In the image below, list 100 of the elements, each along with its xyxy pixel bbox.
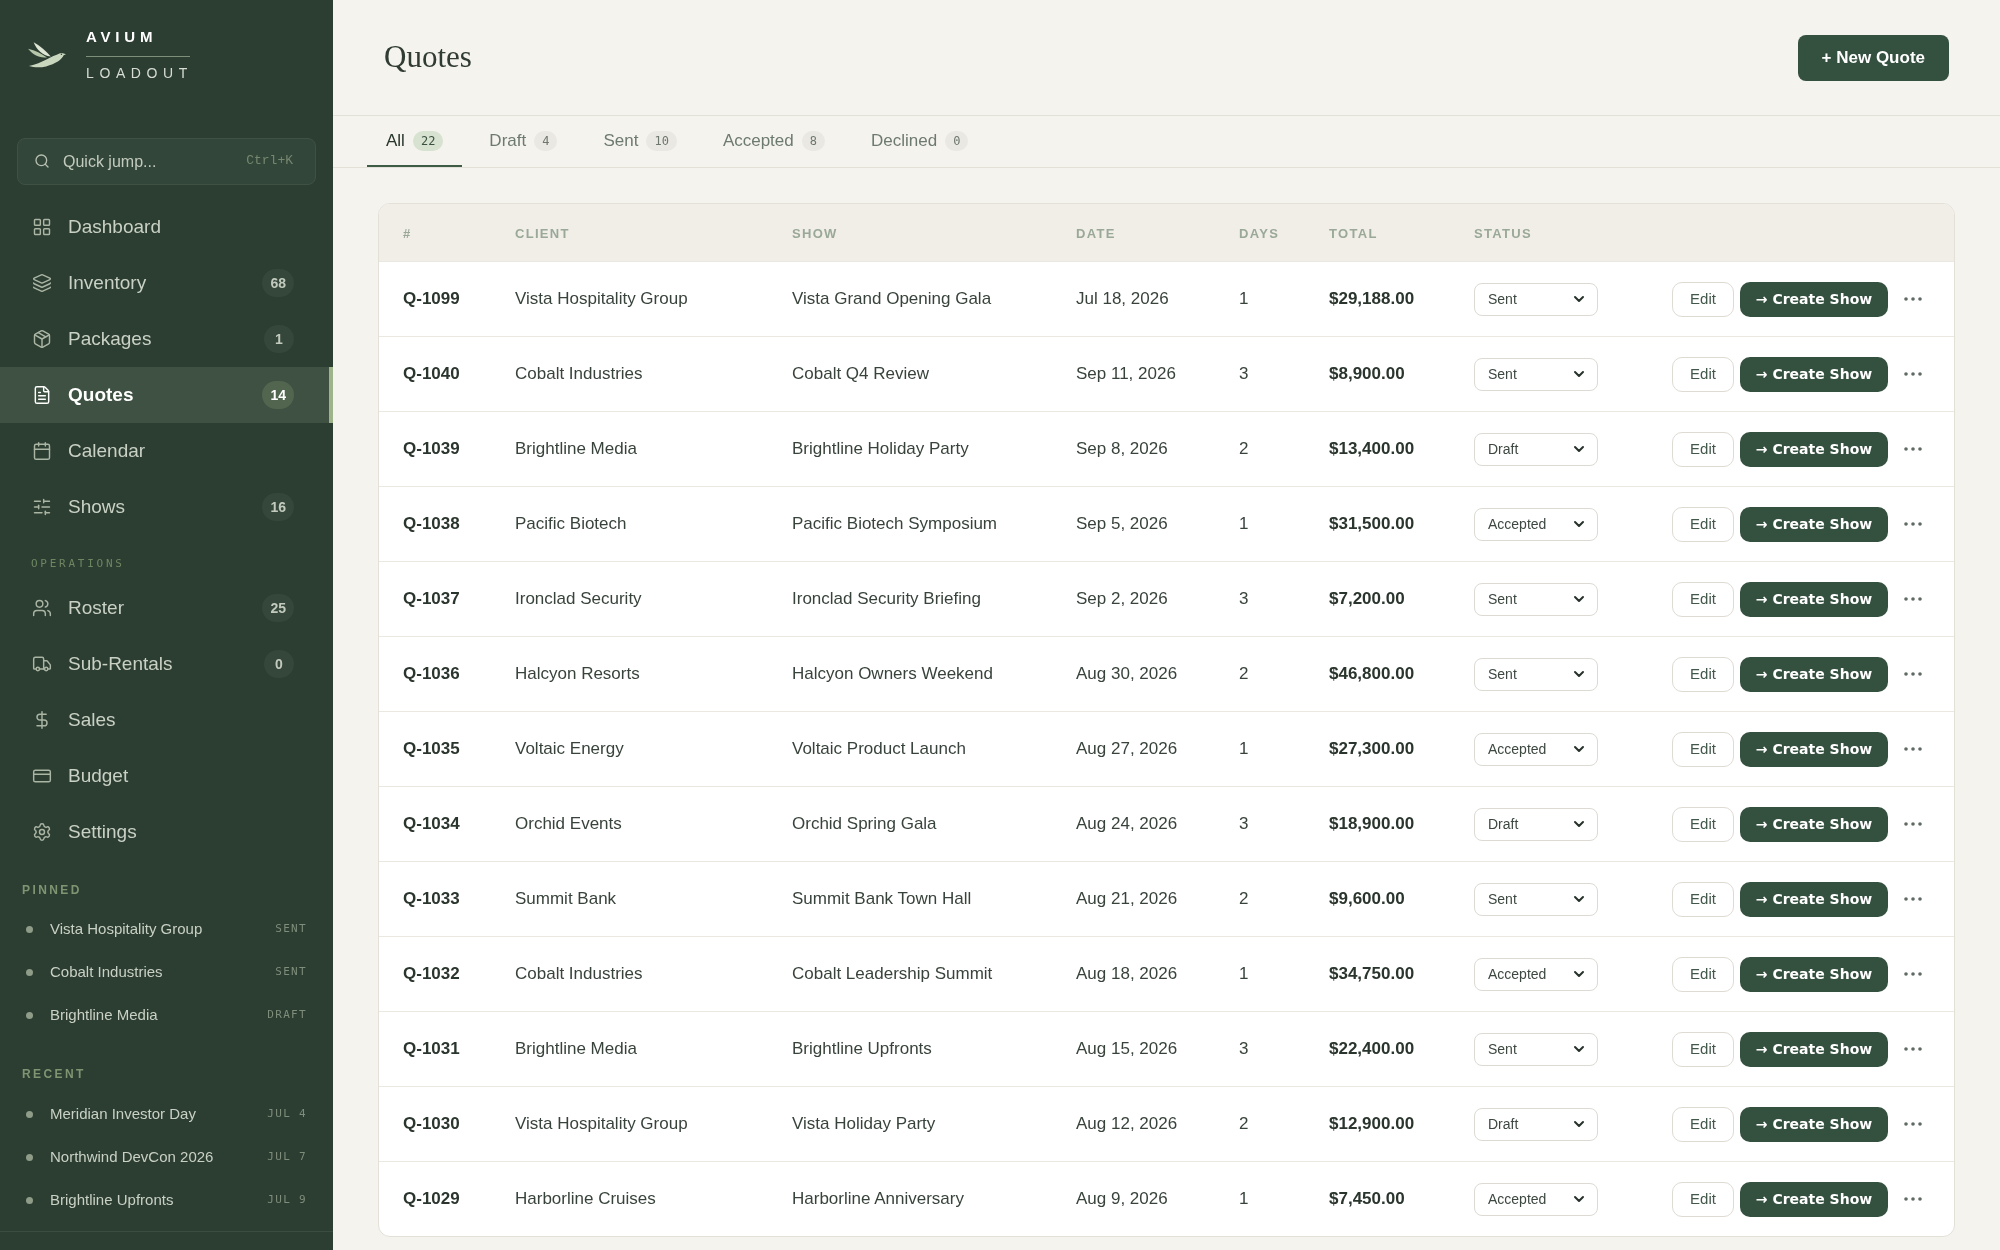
table-cell: 3 — [1239, 589, 1249, 609]
status-select[interactable]: Sent — [1474, 1032, 1598, 1066]
edit-button[interactable]: Edit — [1672, 881, 1734, 917]
table-cell: Sep 8, 2026 — [1076, 439, 1168, 459]
edit-button[interactable]: Edit — [1672, 1181, 1734, 1217]
edit-button[interactable]: Edit — [1672, 281, 1734, 317]
count-badge: 22 — [412, 130, 444, 151]
nav-item[interactable]: Packages 1 — [0, 311, 333, 367]
table-cell: Halcyon Resorts — [515, 664, 640, 684]
column-header: TOTAL — [1329, 225, 1378, 241]
filter-tab[interactable]: All 22 — [367, 116, 463, 167]
table-cell: Q-1034 — [403, 814, 460, 834]
sidebar-link[interactable]: Meridian Investor Day JUL 4 — [0, 1093, 333, 1136]
nav-item[interactable]: Settings — [0, 804, 333, 860]
table-cell: Q-1039 — [403, 439, 460, 459]
create-show-button[interactable]: → Create Show — [1740, 731, 1888, 767]
date-label: JUL 7 — [267, 1149, 307, 1166]
edit-button[interactable]: Edit — [1672, 956, 1734, 992]
nav-item[interactable]: Shows 16 — [0, 479, 333, 535]
nav-item[interactable]: Budget — [0, 748, 333, 804]
table-cell: Q-1030 — [403, 1114, 460, 1134]
table-cell: Voltaic Energy — [515, 739, 624, 759]
table-cell: Brightline Holiday Party — [792, 439, 969, 459]
create-show-button[interactable]: → Create Show — [1740, 506, 1888, 542]
status-select[interactable]: Sent — [1474, 657, 1598, 691]
edit-button[interactable]: Edit — [1672, 506, 1734, 542]
create-show-button[interactable]: → Create Show — [1740, 281, 1888, 317]
table-cell: Pacific Biotech Symposium — [792, 514, 998, 534]
create-show-button[interactable]: → Create Show — [1740, 881, 1888, 917]
status-select[interactable]: Accepted — [1474, 957, 1598, 991]
table-cell: 1 — [1239, 289, 1249, 309]
sidebar-link[interactable]: Northwind DevCon 2026 JUL 7 — [0, 1136, 333, 1179]
filter-tab[interactable]: Declined 0 — [852, 116, 988, 167]
create-show-button[interactable]: → Create Show — [1740, 806, 1888, 842]
filter-tab[interactable]: Draft 4 — [470, 116, 577, 167]
edit-button[interactable]: Edit — [1672, 656, 1734, 692]
brand-subtitle: LOADOUT — [86, 64, 193, 83]
table-cell: Aug 15, 2026 — [1076, 1039, 1178, 1059]
edit-button[interactable]: Edit — [1672, 431, 1734, 467]
edit-button[interactable]: Edit — [1672, 581, 1734, 617]
status-select[interactable]: Accepted — [1474, 507, 1598, 541]
nav-item[interactable]: Sub-Rentals 0 — [0, 636, 333, 692]
status-select[interactable]: Draft — [1474, 807, 1598, 841]
create-show-button[interactable]: → Create Show — [1740, 1106, 1888, 1142]
count-badge: 16 — [262, 493, 294, 521]
create-show-button[interactable]: → Create Show — [1740, 431, 1888, 467]
status-select[interactable]: Sent — [1474, 357, 1598, 391]
edit-button[interactable]: Edit — [1672, 731, 1734, 767]
table-cell: $7,450.00 — [1329, 1189, 1405, 1209]
edit-button[interactable]: Edit — [1672, 1106, 1734, 1142]
column-header: STATUS — [1474, 225, 1532, 241]
sidebar-link[interactable]: Brightline Media DRAFT — [0, 994, 333, 1037]
layers-icon — [32, 273, 52, 293]
filter-tab[interactable]: Sent 10 — [584, 116, 696, 167]
status-select[interactable]: Draft — [1474, 432, 1598, 466]
nav-item[interactable]: Quotes 14 — [0, 367, 333, 423]
table-cell: 1 — [1239, 739, 1249, 759]
create-show-button[interactable]: → Create Show — [1740, 1031, 1888, 1067]
search-icon — [34, 153, 50, 169]
edit-button[interactable]: Edit — [1672, 806, 1734, 842]
nav-item[interactable]: Dashboard — [0, 199, 333, 255]
edit-button[interactable]: Edit — [1672, 356, 1734, 392]
table-cell: Cobalt Industries — [515, 364, 643, 384]
new-quote-button[interactable]: + New Quote — [1797, 34, 1949, 81]
create-show-button[interactable]: → Create Show — [1740, 581, 1888, 617]
nav-item[interactable]: Calendar — [0, 423, 333, 479]
edit-button[interactable]: Edit — [1672, 1031, 1734, 1067]
sidebar-link[interactable]: Cobalt Industries SENT — [0, 951, 333, 994]
create-show-button[interactable]: → Create Show — [1740, 956, 1888, 992]
count-badge: 4 — [534, 130, 558, 151]
column-header: DATE — [1076, 225, 1116, 241]
table-cell: Q-1099 — [403, 289, 460, 309]
status-select[interactable]: Accepted — [1474, 732, 1598, 766]
nav-item[interactable]: Roster 25 — [0, 580, 333, 636]
sidebar-link[interactable]: Vista Hospitality Group SENT — [0, 908, 333, 951]
table-cell: 3 — [1239, 1039, 1249, 1059]
more-icon — [1904, 597, 1922, 601]
status-select[interactable]: Sent — [1474, 882, 1598, 916]
table-cell: Q-1032 — [403, 964, 460, 984]
status-select[interactable]: Accepted — [1474, 1182, 1598, 1216]
table-cell: Q-1035 — [403, 739, 460, 759]
nav-item[interactable]: Inventory 68 — [0, 255, 333, 311]
brand-name: AVIUM — [86, 27, 158, 47]
count-badge: 1 — [264, 325, 294, 353]
status-select[interactable]: Draft — [1474, 1107, 1598, 1141]
create-show-button[interactable]: → Create Show — [1740, 1181, 1888, 1217]
nav-item[interactable]: Sales — [0, 692, 333, 748]
create-show-button[interactable]: → Create Show — [1740, 356, 1888, 392]
shortcut-hint: Ctrl+K — [246, 152, 293, 170]
status-select[interactable]: Sent — [1474, 582, 1598, 616]
table-cell: Orchid Events — [515, 814, 622, 834]
create-show-button[interactable]: → Create Show — [1740, 656, 1888, 692]
table-cell: Vista Hospitality Group — [515, 1114, 688, 1134]
sidebar-link[interactable]: Brightline Upfronts JUL 9 — [0, 1179, 333, 1222]
filter-tab[interactable]: Accepted 8 — [703, 116, 844, 167]
table-cell: Cobalt Industries — [515, 964, 643, 984]
table-cell: 2 — [1239, 1114, 1249, 1134]
table-cell: Harborline Cruises — [515, 1189, 656, 1209]
table-cell: $31,500.00 — [1329, 514, 1415, 534]
status-select[interactable]: Sent — [1474, 282, 1598, 316]
